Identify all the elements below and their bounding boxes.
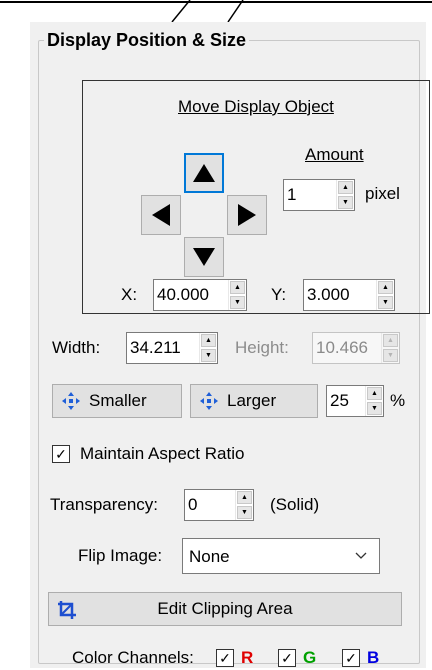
- amount-label: Amount: [305, 145, 364, 164]
- move-title: Move Display Object: [178, 97, 334, 116]
- transparency-stepper[interactable]: 0 ▲ ▼: [184, 489, 254, 521]
- aspect-ratio-label: Maintain Aspect Ratio: [80, 444, 245, 463]
- pixel-unit-label: pixel: [365, 184, 400, 203]
- channel-g-label: G: [303, 648, 317, 667]
- header-lines: [0, 0, 432, 22]
- enlarge-icon: [200, 392, 218, 410]
- channel-b-label: B: [367, 648, 380, 667]
- group-title: Display Position & Size: [44, 30, 250, 50]
- y-stepper-arrows[interactable]: ▲ ▼: [376, 280, 394, 310]
- scale-percent-value: 25: [330, 391, 349, 410]
- move-right-button[interactable]: [227, 195, 267, 235]
- height-stepper: 10.466 ▲ ▼: [312, 332, 400, 364]
- x-value: 40.000: [157, 285, 209, 304]
- arrow-down-icon: [193, 248, 215, 266]
- transparency-label: Transparency:: [50, 495, 159, 514]
- transparency-arrows[interactable]: ▲ ▼: [235, 490, 253, 520]
- chevron-down-icon: [355, 552, 367, 559]
- flip-image-value: None: [189, 547, 230, 566]
- crop-icon: [58, 601, 76, 619]
- checkmark-icon: ✓: [345, 650, 357, 666]
- flip-image-select[interactable]: None: [182, 538, 380, 574]
- properties-panel: Display Position & Size Move Display Obj…: [30, 22, 430, 668]
- arrow-right-icon: [238, 204, 256, 226]
- smaller-button[interactable]: Smaller: [52, 384, 182, 418]
- shrink-icon: [62, 392, 80, 410]
- larger-label: Larger: [227, 391, 277, 410]
- move-down-button[interactable]: [184, 237, 224, 277]
- move-left-button[interactable]: [141, 195, 181, 235]
- edit-clipping-button[interactable]: Edit Clipping Area: [48, 592, 402, 626]
- y-stepper[interactable]: 3.000 ▲ ▼: [303, 279, 395, 311]
- channel-r-label: R: [241, 648, 254, 667]
- transparency-value: 0: [188, 495, 198, 514]
- width-stepper-arrows[interactable]: ▲ ▼: [199, 333, 217, 363]
- width-value: 34.211: [130, 338, 181, 357]
- checkmark-icon: ✓: [219, 650, 231, 666]
- channel-r-checkbox[interactable]: ✓: [216, 649, 234, 667]
- width-label: Width:: [52, 338, 101, 357]
- x-stepper[interactable]: 40.000 ▲ ▼: [153, 279, 247, 311]
- percent-sign: %: [390, 391, 406, 410]
- arrow-up-icon: [193, 164, 215, 182]
- color-channels-label: Color Channels:: [72, 648, 194, 667]
- checkmark-icon: ✓: [281, 650, 293, 666]
- x-stepper-arrows[interactable]: ▲ ▼: [228, 280, 246, 310]
- channel-g-checkbox[interactable]: ✓: [278, 649, 296, 667]
- smaller-label: Smaller: [89, 391, 147, 410]
- transparency-note: (Solid): [270, 495, 320, 514]
- checkmark-icon: ✓: [55, 446, 67, 462]
- height-stepper-arrows: ▲ ▼: [381, 333, 399, 363]
- edit-clipping-label: Edit Clipping Area: [157, 599, 293, 618]
- arrow-left-icon: [152, 204, 170, 226]
- height-label: Height:: [235, 338, 289, 357]
- amount-value: 1: [287, 185, 297, 204]
- larger-button[interactable]: Larger: [190, 384, 318, 418]
- channel-b-checkbox[interactable]: ✓: [342, 649, 360, 667]
- move-up-button[interactable]: [184, 153, 224, 193]
- flip-image-label: Flip Image:: [78, 546, 163, 565]
- amount-stepper-arrows[interactable]: ▲ ▼: [336, 180, 354, 210]
- y-label: Y:: [271, 285, 287, 304]
- height-value: 10.466: [316, 338, 368, 357]
- amount-stepper[interactable]: 1 ▲ ▼: [283, 179, 355, 211]
- scale-percent-arrows[interactable]: ▲ ▼: [365, 386, 383, 416]
- width-stepper[interactable]: 34.211 ▲ ▼: [126, 332, 218, 364]
- x-label: X:: [121, 285, 138, 304]
- aspect-ratio-checkbox[interactable]: ✓: [52, 445, 70, 463]
- scale-percent-stepper[interactable]: 25 ▲ ▼: [326, 385, 384, 417]
- y-value: 3.000: [307, 285, 350, 304]
- move-display-object-box: Move Display Object Amount 1 ▲ ▼ pixel X:…: [82, 80, 430, 314]
